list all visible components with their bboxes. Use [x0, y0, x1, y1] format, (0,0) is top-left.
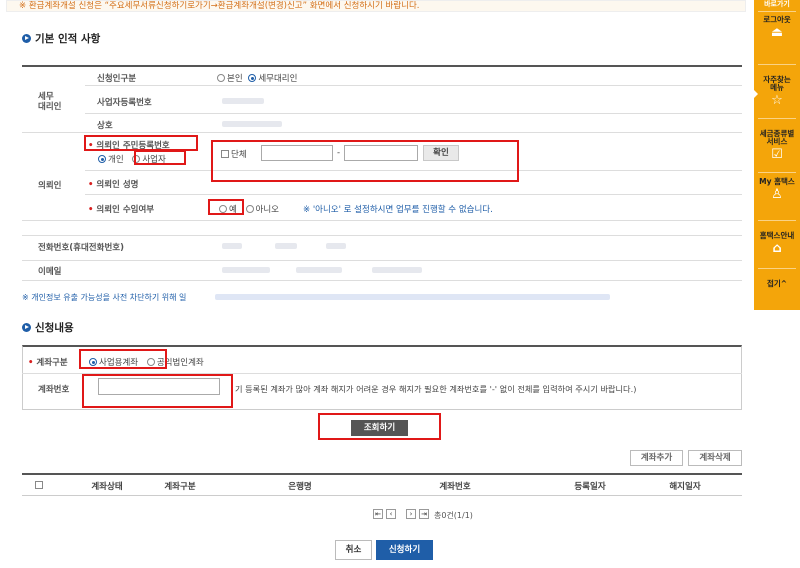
- email-domain: [296, 267, 342, 273]
- sidebar-divider: [758, 11, 796, 12]
- sidebar-item-my-hometax[interactable]: My 홈택스 ♙: [754, 178, 800, 202]
- sidebar-divider: [758, 220, 796, 221]
- quick-menu-title: 바로가기: [764, 0, 790, 8]
- tax-agent-group-label: 세무 대리인: [38, 92, 62, 112]
- sidebar-divider: [758, 172, 796, 173]
- row-divider: [22, 132, 742, 133]
- select-all-checkbox[interactable]: [35, 481, 43, 489]
- phone-part-3: [326, 243, 346, 249]
- notice-text: ※ 환급계좌개설 신청은 “주요세무서류신청하기로가기→환급계좌개설(변경)신고…: [19, 1, 420, 11]
- account-type-label: • 계좌구분: [28, 358, 68, 368]
- row-divider: [22, 220, 742, 221]
- consent-no-radio[interactable]: [245, 205, 254, 213]
- section-bullet-icon: [22, 323, 31, 332]
- consent-note: ※ '아니오' 로 설정하시면 업무를 진행할 수 없습니다.: [303, 205, 493, 215]
- client-consent-label: • 의뢰인 수임여부: [88, 205, 155, 215]
- add-account-button[interactable]: 계좌추가: [630, 450, 683, 466]
- client-name-label: • 의뢰인 성명: [88, 180, 139, 190]
- cancel-button[interactable]: 취소: [335, 540, 372, 560]
- column-header-account-number: 계좌번호: [439, 482, 471, 492]
- row-divider: [85, 113, 742, 114]
- notice-bar: ※ 환급계좌개설 신청은 “주요세무서류신청하기로가기→환급계좌개설(변경)신고…: [6, 0, 746, 12]
- sidebar-item-hometax-guide[interactable]: 홈택스안내 ⌂: [754, 232, 800, 256]
- business-number-value: [222, 98, 264, 104]
- trade-name-label: 상호: [97, 121, 113, 131]
- account-hint: 기 등록된 계좌가 많아 계좌 해지가 어려운 경우 해지가 필요한 계좌번호를…: [235, 384, 637, 394]
- delete-account-button[interactable]: 계좌삭제: [688, 450, 742, 466]
- applicant-agent-radio[interactable]: [248, 74, 257, 82]
- column-header-close-date: 해지일자: [669, 482, 701, 492]
- email-label: 이메일: [38, 267, 62, 277]
- applicant-type-radios: 본인 세무대리인: [217, 72, 297, 84]
- first-page-icon[interactable]: ⇤: [373, 509, 383, 519]
- home-icon: ⌂: [772, 241, 782, 256]
- row-divider: [85, 85, 742, 86]
- sidebar-divider: [758, 268, 796, 269]
- email-id: [222, 267, 270, 273]
- section-bullet-icon: [22, 34, 31, 43]
- highlight-search-button: [318, 413, 441, 440]
- sidebar-item-tax-services[interactable]: 세금종류별 서비스 ☑: [754, 122, 800, 170]
- highlight-consent-yes: [208, 199, 244, 215]
- last-page-icon[interactable]: ⇥: [419, 509, 429, 519]
- account-number-label: 계좌번호: [38, 385, 70, 395]
- phone-part-2: [275, 243, 297, 249]
- privacy-note-blurred: [215, 294, 610, 300]
- applicant-type-label: 신청인구분: [97, 74, 137, 84]
- highlight-client-id-label: [84, 135, 198, 151]
- pager-count: 총0건(1/1): [434, 511, 473, 520]
- application-section-title: 신청내용: [22, 320, 74, 335]
- check-icon: ☑: [771, 147, 783, 162]
- sidebar-item-logout[interactable]: 로그아웃 ⏏: [754, 16, 800, 40]
- sidebar-divider: [758, 118, 796, 119]
- quick-menu-sidebar: 바로가기 로그아웃 ⏏ 자주찾는 메뉴 ☆ 세금종류별 서비스 ☑ My 홈택스…: [754, 0, 800, 310]
- row-divider: [22, 280, 742, 281]
- client-individual-radio[interactable]: [98, 155, 106, 163]
- highlight-account-number: [82, 374, 233, 408]
- next-page-icon[interactable]: ›: [406, 509, 416, 519]
- client-group-label: 의뢰인: [38, 181, 62, 191]
- phone-part-1: [222, 243, 242, 249]
- basic-table-top-border: [22, 65, 742, 67]
- highlight-business-radio: [134, 150, 186, 165]
- column-header-status: 계좌상태: [91, 482, 123, 492]
- column-header-bank: 은행명: [288, 482, 312, 492]
- prev-page-icon[interactable]: ‹: [386, 509, 396, 519]
- email-domain-select: [372, 267, 422, 273]
- user-icon: ♙: [771, 187, 783, 202]
- applicant-self-radio[interactable]: [217, 74, 225, 82]
- row-divider: [22, 260, 742, 261]
- column-header-account-type: 계좌구분: [164, 482, 196, 492]
- row-divider: [85, 194, 742, 195]
- logout-icon: ⏏: [770, 25, 784, 40]
- phone-label: 전화번호(휴대전화번호): [38, 243, 124, 253]
- submit-button[interactable]: 신청하기: [376, 540, 433, 560]
- highlight-account-type: [79, 349, 167, 369]
- sidebar-divider: [758, 64, 796, 65]
- basic-section-title: 기본 인적 사항: [22, 31, 100, 46]
- star-icon: ☆: [771, 93, 783, 108]
- column-header-reg-date: 등록일자: [574, 482, 606, 492]
- privacy-note: ※ 개인정보 유출 가능성을 사전 차단하기 위해 일: [22, 293, 187, 302]
- trade-name-value: [222, 121, 282, 127]
- row-divider: [22, 235, 742, 236]
- sidebar-collapse-button[interactable]: 접기^: [754, 280, 800, 288]
- sidebar-arrow-icon: [754, 90, 758, 98]
- highlight-client-id-input: [211, 140, 519, 182]
- sidebar-item-favorites[interactable]: 자주찾는 메뉴 ☆: [754, 68, 800, 116]
- business-number-label: 사업자등록번호: [97, 98, 152, 108]
